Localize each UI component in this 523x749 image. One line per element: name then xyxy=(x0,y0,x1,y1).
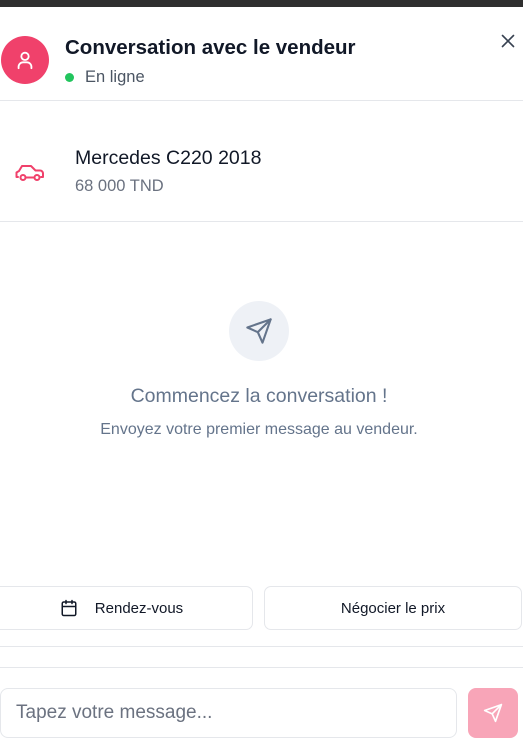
negotiate-price-button[interactable]: Négocier le prix xyxy=(264,586,522,630)
vehicle-price: 68 000 TND xyxy=(75,177,164,195)
vehicle-name: Mercedes C220 2018 xyxy=(75,147,262,169)
send-icon xyxy=(246,318,272,344)
appointment-label: Rendez-vous xyxy=(94,599,184,617)
top-bar xyxy=(0,0,523,7)
close-icon xyxy=(501,34,515,48)
empty-state-title: Commencez la conversation ! xyxy=(130,385,388,407)
status-label: En ligne xyxy=(85,68,145,86)
message-input[interactable] xyxy=(0,688,457,738)
car-icon xyxy=(15,165,44,181)
send-button[interactable] xyxy=(468,688,518,738)
divider xyxy=(0,646,523,647)
empty-state-subtitle: Envoyez votre premier message au vendeur… xyxy=(100,421,418,438)
appointment-button[interactable]: Rendez-vous xyxy=(0,586,253,630)
send-icon xyxy=(483,703,503,723)
close-button[interactable] xyxy=(498,31,518,51)
online-dot xyxy=(65,73,74,82)
chat-title: Conversation avec le vendeur xyxy=(65,36,356,59)
seller-avatar xyxy=(1,36,49,84)
calendar-icon xyxy=(60,599,78,617)
vehicle-card: Mercedes C220 2018 68 000 TND xyxy=(0,101,523,222)
user-icon xyxy=(17,51,33,70)
divider xyxy=(0,667,523,668)
empty-state-icon xyxy=(229,301,289,361)
online-status: En ligne xyxy=(65,68,145,87)
negotiate-label: Négocier le prix xyxy=(340,599,446,617)
chat-header: Conversation avec le vendeur En ligne xyxy=(0,7,523,101)
empty-conversation: Commencez la conversation ! Envoyez votr… xyxy=(0,222,523,562)
